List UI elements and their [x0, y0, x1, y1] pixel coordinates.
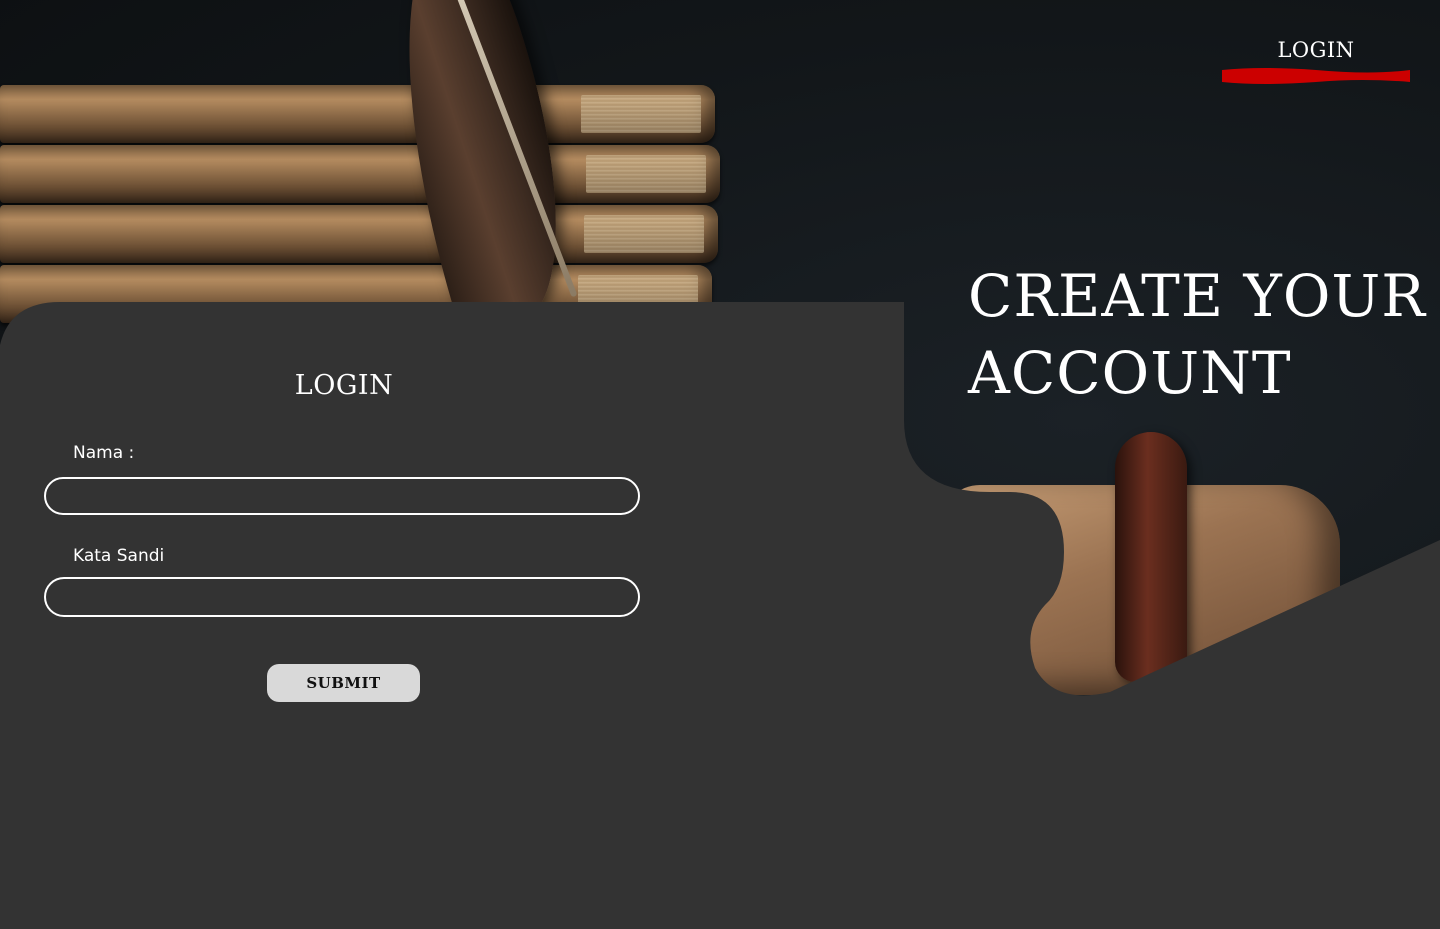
hero-headline: CREATE YOUR ACCOUNT	[968, 258, 1428, 412]
name-label: Nama :	[73, 443, 135, 463]
submit-button[interactable]: SUBMIT	[267, 664, 420, 702]
form-title: LOGIN	[294, 370, 394, 401]
login-page: LOGIN CREATE YOUR ACCOUNT LOGIN Nama : K…	[0, 0, 1440, 929]
nav-login-link[interactable]: LOGIN	[1222, 38, 1410, 62]
password-label: Kata Sandi	[73, 546, 165, 566]
password-input[interactable]	[44, 577, 640, 617]
name-input[interactable]	[44, 477, 640, 515]
nav-active-underline	[1222, 68, 1410, 84]
headline-line-1: CREATE YOUR	[968, 262, 1426, 330]
headline-line-2: ACCOUNT	[968, 339, 1292, 407]
form-panel-shape	[0, 302, 1440, 929]
